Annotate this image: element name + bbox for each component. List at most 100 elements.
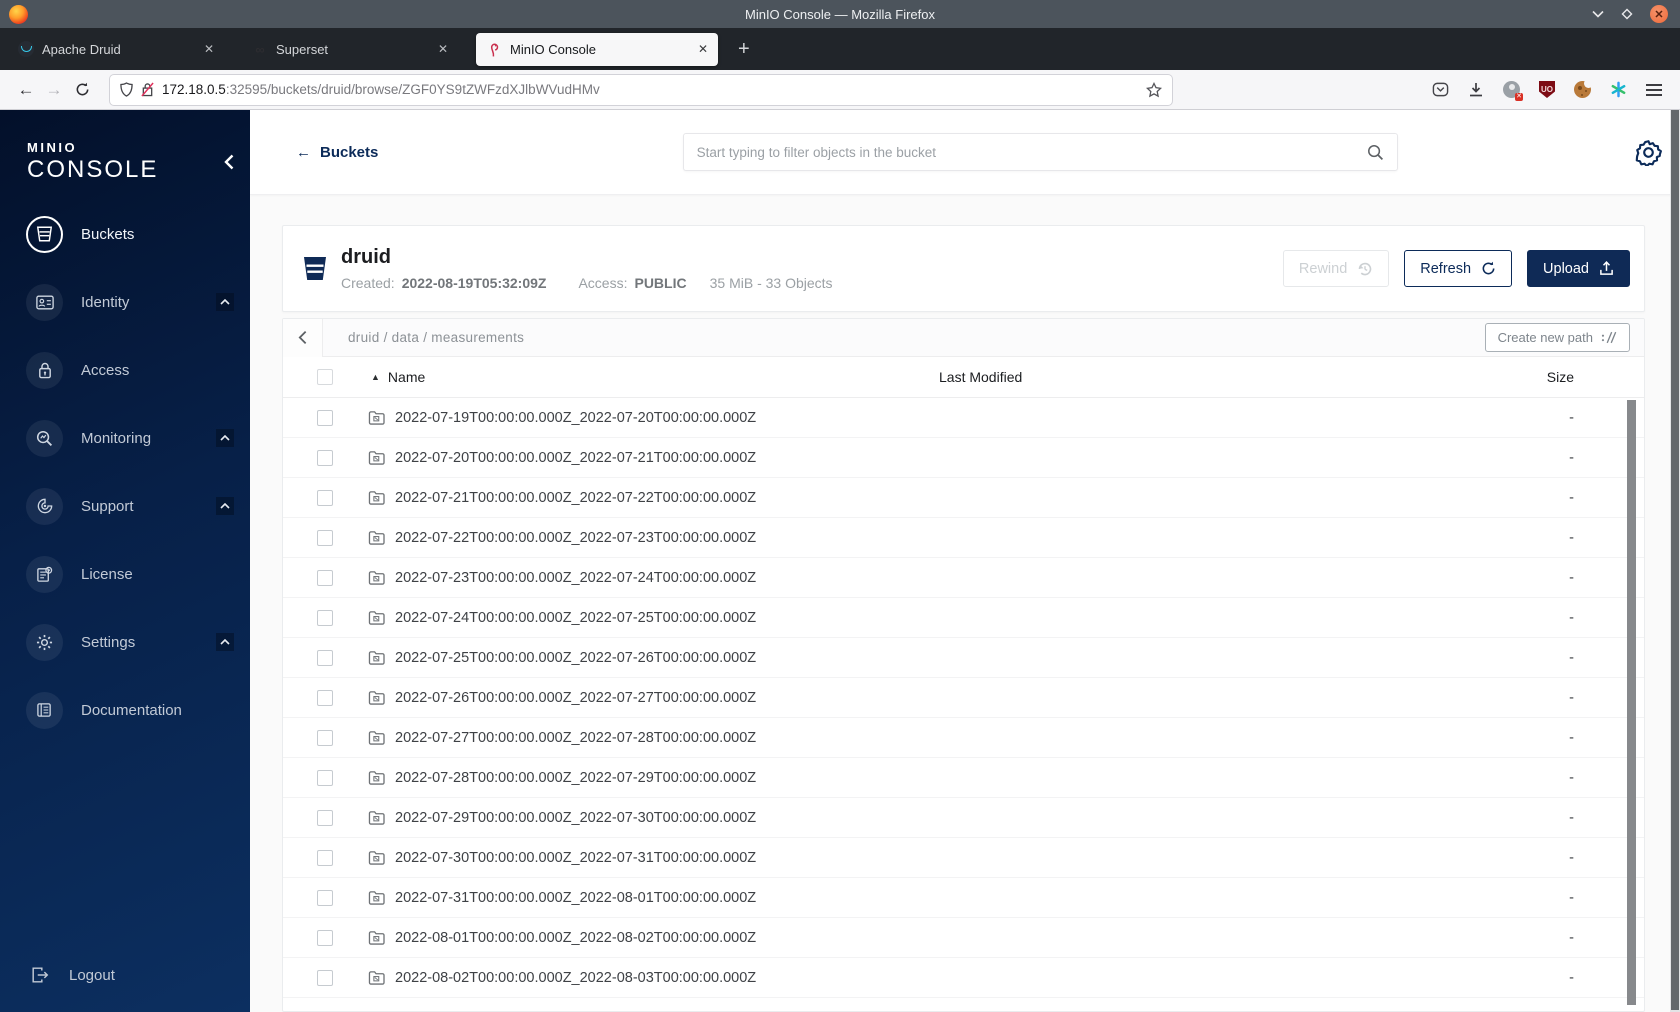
row-checkbox[interactable] [317,969,333,986]
column-name[interactable]: Name [388,369,425,385]
object-name[interactable]: 2022-07-31T00:00:00.000Z_2022-08-01T00:0… [395,890,756,906]
cookie-extension-icon[interactable] [1574,79,1593,98]
table-row[interactable]: 2022-07-19T00:00:00.000Z_2022-07-20T00:0… [283,398,1644,438]
table-row[interactable]: 2022-07-28T00:00:00.000Z_2022-07-29T00:0… [283,758,1644,798]
forward-icon[interactable]: → [40,80,68,100]
window-maximize-icon[interactable] [1621,8,1633,20]
console-settings-gear-icon[interactable] [1635,139,1666,166]
table-row[interactable]: 2022-08-02T00:00:00.000Z_2022-08-03T00:0… [283,958,1644,998]
tab-minio-console[interactable]: MinIO Console ✕ [476,32,718,66]
table-scrollbar[interactable] [1627,400,1636,1005]
create-new-path-button[interactable]: Create new path [1484,323,1630,352]
insecure-lock-icon[interactable] [141,82,154,97]
menu-icon[interactable] [1646,83,1662,96]
upload-button[interactable]: Upload [1527,250,1630,287]
row-checkbox[interactable] [317,449,333,466]
row-checkbox[interactable] [317,849,333,866]
column-size[interactable]: Size [1499,369,1644,385]
refresh-button[interactable]: Refresh [1404,250,1513,287]
object-name[interactable]: 2022-07-28T00:00:00.000Z_2022-07-29T00:0… [395,770,756,786]
select-all-checkbox[interactable] [317,369,333,385]
pocket-icon[interactable] [1432,81,1449,98]
row-checkbox[interactable] [317,489,333,506]
sidebar-item-support[interactable]: Support [0,472,250,540]
search-input[interactable] [696,144,1367,160]
breadcrumb[interactable]: druid / data / measurements [348,330,524,345]
breadcrumb-back-chevron-icon[interactable] [283,319,323,357]
object-name[interactable]: 2022-08-02T00:00:00.000Z_2022-08-03T00:0… [395,970,756,986]
sidebar-item-monitoring[interactable]: Monitoring [0,404,250,472]
sidebar-item-buckets[interactable]: Buckets [0,200,250,268]
object-name[interactable]: 2022-07-25T00:00:00.000Z_2022-07-26T00:0… [395,650,756,666]
row-checkbox[interactable] [317,889,333,906]
account-extension-icon[interactable] [1503,81,1523,101]
table-row[interactable]: 2022-08-01T00:00:00.000Z_2022-08-02T00:0… [283,918,1644,958]
object-name[interactable]: 2022-08-01T00:00:00.000Z_2022-08-02T00:0… [395,930,756,946]
table-row[interactable]: 2022-07-27T00:00:00.000Z_2022-07-28T00:0… [283,718,1644,758]
sidebar-item-identity[interactable]: Identity [0,268,250,336]
row-checkbox[interactable] [317,609,333,626]
object-name[interactable]: 2022-07-22T00:00:00.000Z_2022-07-23T00:0… [395,530,756,546]
url-bar[interactable]: 172.18.0.5:32595/buckets/druid/browse/ZG… [110,74,1172,105]
window-close-icon[interactable]: ✕ [1650,5,1668,23]
column-last-modified[interactable]: Last Modified [939,369,1499,385]
object-name[interactable]: 2022-07-29T00:00:00.000Z_2022-07-30T00:0… [395,810,756,826]
tab-close-icon[interactable]: ✕ [438,42,448,56]
tab-superset[interactable]: ∞ Superset ✕ [242,33,458,66]
table-row[interactable]: 2022-07-20T00:00:00.000Z_2022-07-21T00:0… [283,438,1644,478]
sidebar-item-settings[interactable]: Settings [0,608,250,676]
table-row[interactable]: 2022-07-25T00:00:00.000Z_2022-07-26T00:0… [283,638,1644,678]
sidebar-item-documentation[interactable]: Documentation [0,676,250,744]
sidebar-item-license[interactable]: License [0,540,250,608]
row-checkbox[interactable] [317,689,333,706]
rewind-button[interactable]: Rewind [1282,250,1390,287]
new-tab-button[interactable]: + [738,38,750,61]
table-row[interactable]: 2022-07-23T00:00:00.000Z_2022-07-24T00:0… [283,558,1644,598]
chevron-up-icon[interactable] [216,633,234,651]
tab-close-icon[interactable]: ✕ [204,42,214,56]
object-name[interactable]: 2022-07-24T00:00:00.000Z_2022-07-25T00:0… [395,610,756,626]
table-row[interactable]: 2022-07-29T00:00:00.000Z_2022-07-30T00:0… [283,798,1644,838]
row-checkbox[interactable] [317,649,333,666]
chevron-up-icon[interactable] [216,429,234,447]
row-checkbox[interactable] [317,529,333,546]
asterisk-extension-icon[interactable] [1610,81,1627,98]
sidebar-collapse-icon[interactable] [224,154,234,170]
row-checkbox[interactable] [317,929,333,946]
table-row[interactable]: 2022-07-21T00:00:00.000Z_2022-07-22T00:0… [283,478,1644,518]
ublock-origin-icon[interactable]: UO [1539,81,1555,98]
page-scrollbar[interactable] [1670,110,1680,1012]
window-minimize-icon[interactable] [1592,10,1604,18]
row-checkbox[interactable] [317,769,333,786]
chevron-up-icon[interactable] [216,497,234,515]
sort-asc-icon[interactable]: ▲ [371,372,380,382]
table-row[interactable]: 2022-07-22T00:00:00.000Z_2022-07-23T00:0… [283,518,1644,558]
object-name[interactable]: 2022-07-21T00:00:00.000Z_2022-07-22T00:0… [395,490,756,506]
sidebar-item-logout[interactable]: Logout [30,965,115,985]
row-checkbox[interactable] [317,809,333,826]
table-row[interactable]: 2022-07-31T00:00:00.000Z_2022-08-01T00:0… [283,878,1644,918]
object-name[interactable]: 2022-07-20T00:00:00.000Z_2022-07-21T00:0… [395,450,756,466]
tracking-shield-icon[interactable] [120,82,133,97]
buckets-back-link[interactable]: ← Buckets [296,144,564,161]
object-name[interactable]: 2022-07-19T00:00:00.000Z_2022-07-20T00:0… [395,410,756,426]
downloads-icon[interactable] [1468,82,1484,98]
object-name[interactable]: 2022-07-26T00:00:00.000Z_2022-07-27T00:0… [395,690,756,706]
table-row[interactable]: 2022-07-30T00:00:00.000Z_2022-07-31T00:0… [283,838,1644,878]
row-checkbox[interactable] [317,729,333,746]
tab-apache-druid[interactable]: Apache Druid ✕ [8,33,224,66]
table-row[interactable]: 2022-07-26T00:00:00.000Z_2022-07-27T00:0… [283,678,1644,718]
object-filter-search[interactable] [682,133,1398,171]
sidebar-item-access[interactable]: Access [0,336,250,404]
chevron-up-icon[interactable] [216,293,234,311]
object-name[interactable]: 2022-07-27T00:00:00.000Z_2022-07-28T00:0… [395,730,756,746]
back-icon[interactable]: ← [12,80,40,100]
reload-icon[interactable] [68,82,96,97]
object-name[interactable]: 2022-07-23T00:00:00.000Z_2022-07-24T00:0… [395,570,756,586]
object-name[interactable]: 2022-07-30T00:00:00.000Z_2022-07-31T00:0… [395,850,756,866]
bookmark-star-icon[interactable] [1146,81,1162,98]
table-row[interactable]: 2022-07-24T00:00:00.000Z_2022-07-25T00:0… [283,598,1644,638]
row-checkbox[interactable] [317,409,333,426]
row-checkbox[interactable] [317,569,333,586]
tab-close-icon[interactable]: ✕ [698,42,708,56]
